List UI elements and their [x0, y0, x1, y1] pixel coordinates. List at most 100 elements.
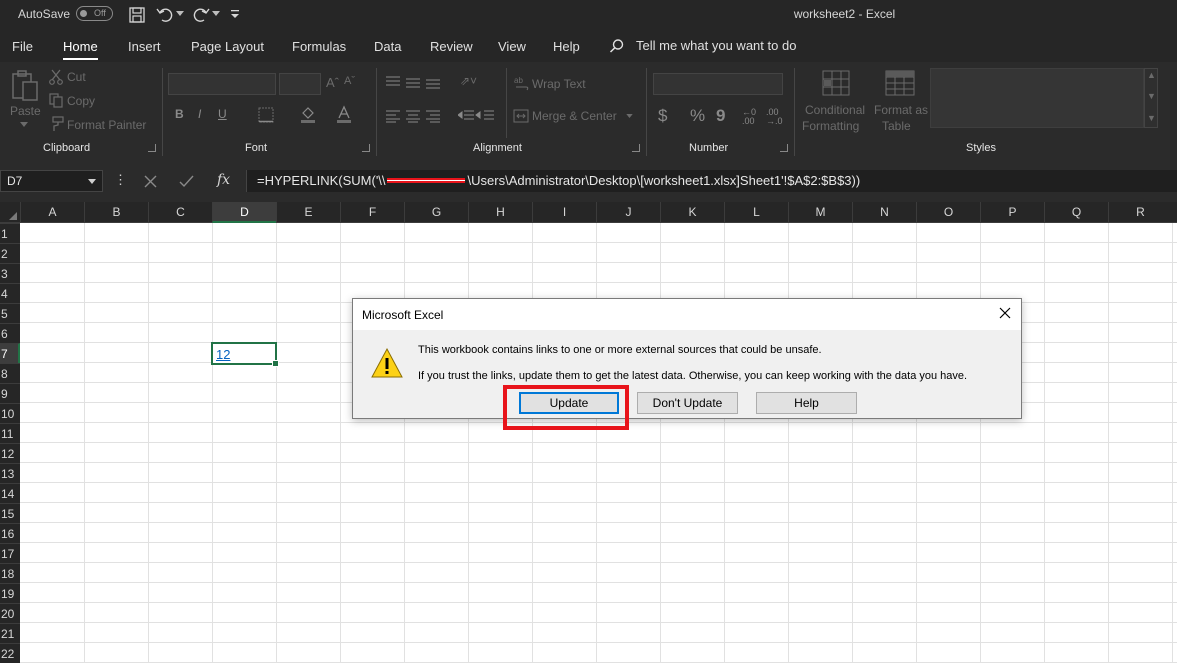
- row-header-20[interactable]: 20: [0, 603, 20, 623]
- tell-me-search[interactable]: Tell me what you want to do: [636, 38, 796, 53]
- row-header-17[interactable]: 17: [0, 543, 20, 563]
- column-header-j[interactable]: J: [596, 202, 660, 223]
- increase-decimal-icon: ←0.00: [742, 107, 757, 126]
- cancel-icon[interactable]: [144, 175, 157, 188]
- grid-column-line: [724, 223, 725, 663]
- tab-view[interactable]: View: [498, 39, 526, 54]
- row-header-1[interactable]: 1: [0, 223, 20, 243]
- row-header-13[interactable]: 13: [0, 463, 20, 483]
- column-header-a[interactable]: A: [20, 202, 84, 223]
- tab-home[interactable]: Home: [63, 39, 98, 60]
- column-header-b[interactable]: B: [84, 202, 148, 223]
- grid-row-line: [20, 642, 1177, 643]
- column-header-f[interactable]: F: [340, 202, 404, 223]
- column-header-l[interactable]: L: [724, 202, 788, 223]
- close-icon[interactable]: [997, 305, 1013, 321]
- formula-input[interactable]: =HYPERLINK(SUM('\\ \Users\Administrator\D…: [246, 170, 1177, 192]
- tab-insert[interactable]: Insert: [128, 39, 161, 54]
- worksheet-grid[interactable]: 12: [20, 223, 1177, 663]
- scroll-up-icon: ▲: [1147, 70, 1156, 80]
- name-box[interactable]: D7: [0, 170, 103, 192]
- grid-row-line: [20, 522, 1177, 523]
- svg-text:ab: ab: [514, 76, 523, 85]
- row-header-22[interactable]: 22: [0, 643, 20, 663]
- font-name-select[interactable]: [168, 73, 276, 95]
- column-header-p[interactable]: P: [980, 202, 1044, 223]
- column-header-q[interactable]: Q: [1044, 202, 1108, 223]
- font-size-select[interactable]: [279, 73, 321, 95]
- comma-style-icon: 9: [716, 106, 726, 125]
- row-header-11[interactable]: 11: [0, 423, 20, 443]
- percent-icon: %: [690, 106, 706, 125]
- row-header-14[interactable]: 14: [0, 483, 20, 503]
- row-header-18[interactable]: 18: [0, 563, 20, 583]
- column-header-k[interactable]: K: [660, 202, 724, 223]
- format-as-table-label-2: Table: [882, 119, 911, 133]
- font-launcher-icon[interactable]: [362, 144, 370, 152]
- row-header-12[interactable]: 12: [0, 443, 20, 463]
- cell-styles-gallery[interactable]: [930, 68, 1144, 128]
- bold-icon: B: [175, 107, 184, 121]
- column-header-n[interactable]: N: [852, 202, 916, 223]
- formula-prefix: =HYPERLINK(SUM('\\: [257, 173, 386, 188]
- tab-file[interactable]: File: [12, 39, 33, 54]
- column-header-e[interactable]: E: [276, 202, 340, 223]
- tab-data[interactable]: Data: [374, 39, 401, 54]
- row-header-5[interactable]: 5: [0, 303, 20, 323]
- column-header-o[interactable]: O: [916, 202, 980, 223]
- name-box-dropdown-icon[interactable]: [88, 179, 96, 184]
- grid-row-line: [20, 282, 1177, 283]
- row-header-4[interactable]: 4: [0, 283, 20, 303]
- row-header-16[interactable]: 16: [0, 523, 20, 543]
- increase-font-size-icon: Aˆ: [326, 75, 339, 90]
- format-as-table-label-1: Format as: [874, 103, 929, 117]
- grid-row-line: [20, 562, 1177, 563]
- row-header-6[interactable]: 6: [0, 323, 20, 343]
- paste-icon: [12, 70, 38, 101]
- alignment-launcher-icon[interactable]: [632, 144, 640, 152]
- row-header-15[interactable]: 15: [0, 503, 20, 523]
- column-header-h[interactable]: H: [468, 202, 532, 223]
- clipboard-group-label: Clipboard: [43, 142, 91, 154]
- grid-column-line: [1044, 223, 1045, 663]
- column-header-g[interactable]: G: [404, 202, 468, 223]
- row-header-8[interactable]: 8: [0, 363, 20, 383]
- row-header-19[interactable]: 19: [0, 583, 20, 603]
- row-header-7[interactable]: 7: [0, 343, 20, 363]
- grid-row-line: [20, 442, 1177, 443]
- title-bar: AutoSave Off worksheet2 - Excel: [0, 0, 1177, 30]
- cell-d7-value[interactable]: 12: [216, 347, 230, 362]
- active-cell-d7[interactable]: 12: [211, 342, 279, 367]
- row-header-2[interactable]: 2: [0, 243, 20, 263]
- column-header-i[interactable]: I: [532, 202, 596, 223]
- number-format-select[interactable]: [653, 73, 783, 95]
- styles-gallery-scroll[interactable]: ▲ ▼ ▼: [1144, 68, 1158, 128]
- orientation-icon: ⇗˅: [460, 74, 478, 88]
- row-header-10[interactable]: 10: [0, 403, 20, 423]
- tab-help[interactable]: Help: [553, 39, 580, 54]
- clipboard-launcher-icon[interactable]: [148, 144, 156, 152]
- row-header-9[interactable]: 9: [0, 383, 20, 403]
- column-header-d[interactable]: D: [212, 202, 276, 223]
- enter-icon[interactable]: [179, 175, 194, 188]
- more-options-icon[interactable]: ⋮: [114, 172, 127, 188]
- ribbon-separator: [506, 68, 507, 138]
- currency-icon: $: [658, 106, 668, 125]
- tab-review[interactable]: Review: [430, 39, 473, 54]
- dont-update-button[interactable]: Don't Update: [637, 392, 738, 414]
- row-header-3[interactable]: 3: [0, 263, 20, 283]
- select-all-corner[interactable]: [0, 202, 20, 223]
- help-button[interactable]: Help: [756, 392, 857, 414]
- indent-icons: [458, 110, 494, 120]
- copy-button: Copy: [67, 94, 96, 108]
- insert-function-icon[interactable]: fx: [217, 172, 230, 188]
- number-launcher-icon[interactable]: [780, 144, 788, 152]
- column-header-c[interactable]: C: [148, 202, 212, 223]
- tab-page-layout[interactable]: Page Layout: [191, 39, 264, 54]
- row-header-21[interactable]: 21: [0, 623, 20, 643]
- column-header-m[interactable]: M: [788, 202, 852, 223]
- ribbon-separator: [646, 68, 647, 156]
- column-header-r[interactable]: R: [1108, 202, 1172, 223]
- row-headers: 1 2 3 4 5 6 7 8 9 10 11 12 13 14 15 16 17 18 19 20 21 22: [0, 223, 20, 663]
- tab-formulas[interactable]: Formulas: [292, 39, 346, 54]
